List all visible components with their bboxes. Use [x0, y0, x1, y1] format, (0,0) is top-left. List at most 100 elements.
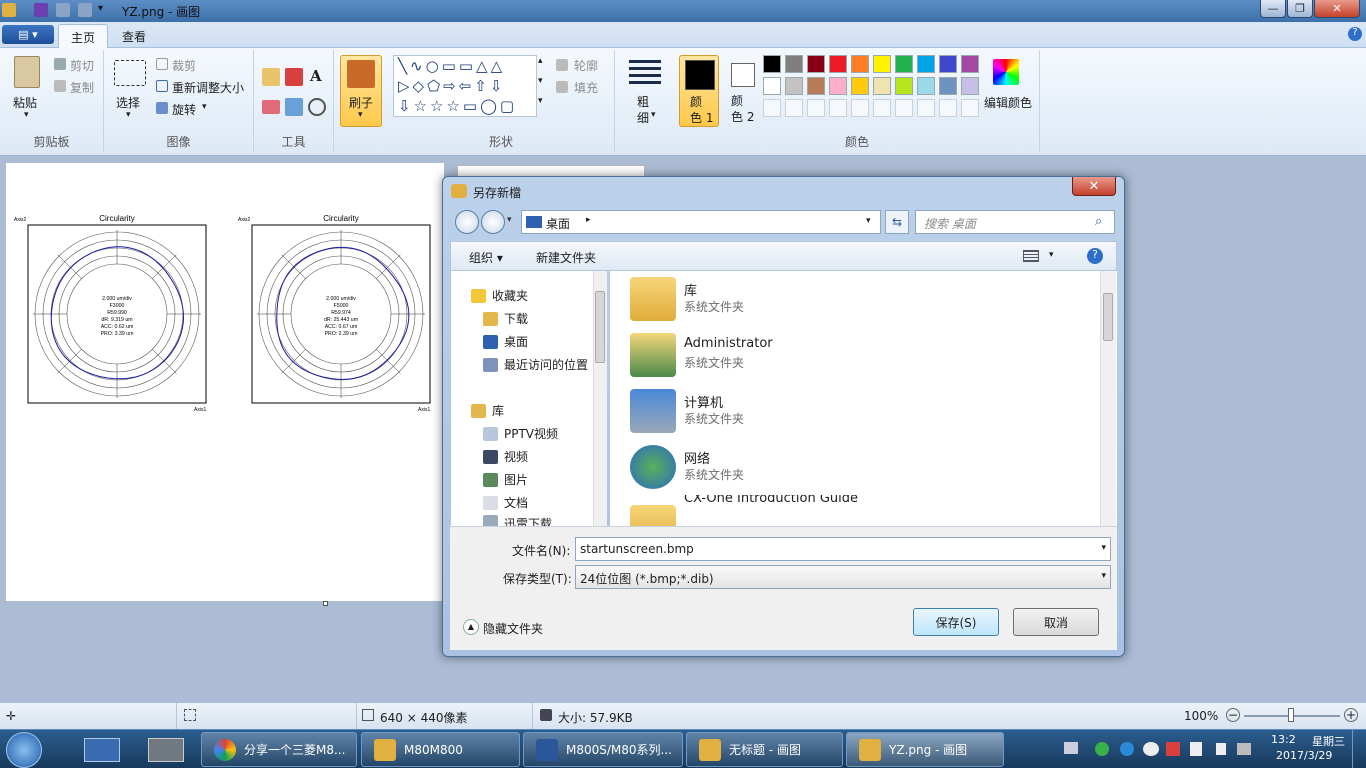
help-icon[interactable]: ? — [1348, 27, 1362, 41]
wechat-icon[interactable] — [1143, 742, 1159, 756]
taskbar-item-paint-untitled[interactable]: 无标题 - 画图 — [686, 732, 843, 767]
taskbar-item-folder[interactable]: M80M800 — [361, 732, 520, 767]
color-swatch[interactable] — [961, 55, 979, 73]
empty-color-swatch[interactable] — [917, 99, 935, 117]
nav-favorites[interactable]: 收藏夹 — [471, 287, 528, 304]
list-item[interactable]: Administrator 系统文件夹 — [610, 327, 1100, 383]
customize-quick-access-icon[interactable]: ▾ — [98, 3, 108, 17]
list-item[interactable]: 网络 系统文件夹 — [610, 439, 1100, 495]
new-folder-button[interactable]: 新建文件夹 — [536, 249, 596, 266]
redo-icon[interactable] — [78, 3, 92, 17]
filename-dropdown-icon[interactable]: ▾ — [1101, 543, 1106, 553]
close-button[interactable]: ✕ — [1314, 0, 1360, 18]
organize-button[interactable]: 组织 ▾ — [469, 249, 503, 266]
drawing-canvas[interactable]: Circularity Axis2 Axis1 2.000 um/div F3000 R5… — [6, 163, 444, 601]
tray-app-icon[interactable] — [1095, 742, 1109, 756]
select-dropdown-icon[interactable]: ▾ — [126, 110, 131, 120]
undo-icon[interactable] — [56, 3, 70, 17]
color-swatch[interactable] — [763, 55, 781, 73]
empty-color-swatch[interactable] — [763, 99, 781, 117]
zoom-slider-thumb[interactable] — [1288, 708, 1294, 722]
cut-button[interactable]: 剪切 — [70, 57, 94, 74]
eraser-icon[interactable] — [262, 100, 280, 114]
empty-color-swatch[interactable] — [851, 99, 869, 117]
show-desktop-icon[interactable] — [84, 738, 120, 762]
minimize-button[interactable]: — — [1260, 0, 1286, 18]
tray-app-icon[interactable] — [1166, 742, 1180, 756]
nav-downloads[interactable]: 下载 — [483, 310, 528, 327]
dialog-help-icon[interactable]: ? — [1087, 248, 1103, 264]
navigation-scrollbar[interactable] — [593, 271, 607, 526]
hide-folders-icon[interactable]: ▲ — [463, 619, 479, 635]
list-item[interactable]: 计算机 系统文件夹 — [610, 383, 1100, 439]
paint-app-icon[interactable] — [2, 3, 16, 17]
magnifier-icon[interactable] — [308, 98, 326, 116]
size-dropdown-icon[interactable]: ▾ — [651, 110, 656, 120]
clock-date[interactable]: 2017/3/29 — [1276, 749, 1332, 762]
zoom-in-button[interactable]: + — [1344, 708, 1358, 722]
zoom-out-button[interactable]: − — [1226, 708, 1240, 722]
select-button[interactable]: 选择 — [116, 94, 140, 111]
edit-colors-icon[interactable] — [993, 59, 1019, 85]
color-swatch[interactable] — [873, 77, 891, 95]
network-tray-icon[interactable] — [1237, 743, 1251, 755]
search-icon[interactable]: ⌕ — [1095, 214, 1102, 229]
fill-button[interactable]: 填充 — [574, 79, 598, 96]
nav-desktop[interactable]: 桌面 — [483, 333, 528, 350]
file-list-scroll-thumb[interactable] — [1103, 293, 1113, 341]
color2-button[interactable]: 颜 色 2 — [723, 55, 763, 127]
list-item[interactable]: 库系统文件夹 — [610, 271, 1100, 327]
color-swatch[interactable] — [939, 55, 957, 73]
address-dropdown-icon[interactable]: ▾ — [866, 216, 871, 226]
rotate-button[interactable]: 旋转 — [172, 101, 196, 118]
save-icon[interactable] — [34, 3, 48, 17]
color-swatch[interactable] — [851, 77, 869, 95]
nav-pptv[interactable]: PPTV视频 — [483, 425, 558, 442]
start-button[interactable] — [6, 732, 42, 768]
forward-button[interactable] — [481, 210, 505, 234]
color-swatch[interactable] — [873, 55, 891, 73]
empty-color-swatch[interactable] — [785, 99, 803, 117]
color-swatch[interactable] — [763, 77, 781, 95]
fill-bucket-icon[interactable] — [285, 68, 303, 86]
search-input[interactable]: 搜索 桌面 — [915, 210, 1115, 234]
change-view-icon[interactable] — [1023, 250, 1039, 262]
size-button[interactable]: 粗 细 — [637, 94, 649, 126]
show-desktop-button[interactable] — [1352, 730, 1366, 768]
nav-recent[interactable]: 最近访问的位置 — [483, 356, 588, 373]
color-swatch[interactable] — [917, 55, 935, 73]
empty-color-swatch[interactable] — [895, 99, 913, 117]
list-item[interactable]: CX-One Introduction Guide — [610, 495, 1100, 526]
resize-button[interactable]: 重新调整大小 — [172, 79, 244, 96]
paste-button[interactable]: 粘贴 — [13, 94, 37, 111]
text-tool-icon[interactable]: A — [310, 67, 322, 85]
color-swatch[interactable] — [961, 77, 979, 95]
dialog-close-button[interactable]: ✕ — [1072, 177, 1116, 196]
file-menu-button[interactable]: ▤ ▾ — [2, 25, 54, 44]
pencil-icon[interactable] — [262, 68, 280, 86]
filename-input[interactable]: startunscreen.bmp ▾ — [575, 537, 1111, 561]
shapes-scroll-down-icon[interactable]: ▾ — [538, 76, 543, 86]
color-swatch[interactable] — [895, 55, 913, 73]
color1-button[interactable]: 颜 色 1 — [679, 55, 719, 127]
view-dropdown-icon[interactable]: ▾ — [1049, 250, 1054, 260]
color-swatch[interactable] — [829, 77, 847, 95]
copy-button[interactable]: 复制 — [70, 79, 94, 96]
tab-home[interactable]: 主页 — [58, 24, 109, 48]
color-swatch[interactable] — [917, 77, 935, 95]
taskbar-item-paint-yz[interactable]: YZ.png - 画图 — [846, 732, 1004, 767]
maximize-button[interactable]: ❐ — [1287, 0, 1313, 18]
color-swatch[interactable] — [785, 77, 803, 95]
shapes-scroll-up-icon[interactable]: ▴ — [538, 56, 543, 66]
color-swatch[interactable] — [829, 55, 847, 73]
save-type-dropdown-icon[interactable]: ▾ — [1101, 571, 1106, 581]
edit-colors-button[interactable]: 编辑颜色 — [984, 94, 1032, 111]
color-swatch[interactable] — [939, 77, 957, 95]
tab-view[interactable]: 查看 — [110, 24, 158, 48]
shapes-gallery[interactable]: ╲∿○▭▭△△ ▷◇⬠⇨⇦⇧⇩ ⇩☆☆☆▭◯▢ — [393, 55, 537, 117]
save-button[interactable]: 保存(S) — [913, 608, 999, 636]
quick-launch-icon[interactable] — [148, 738, 184, 762]
nav-pictures[interactable]: 图片 — [483, 471, 528, 488]
tray-app-icon[interactable] — [1120, 742, 1134, 756]
canvas-resize-handle[interactable] — [323, 601, 328, 606]
